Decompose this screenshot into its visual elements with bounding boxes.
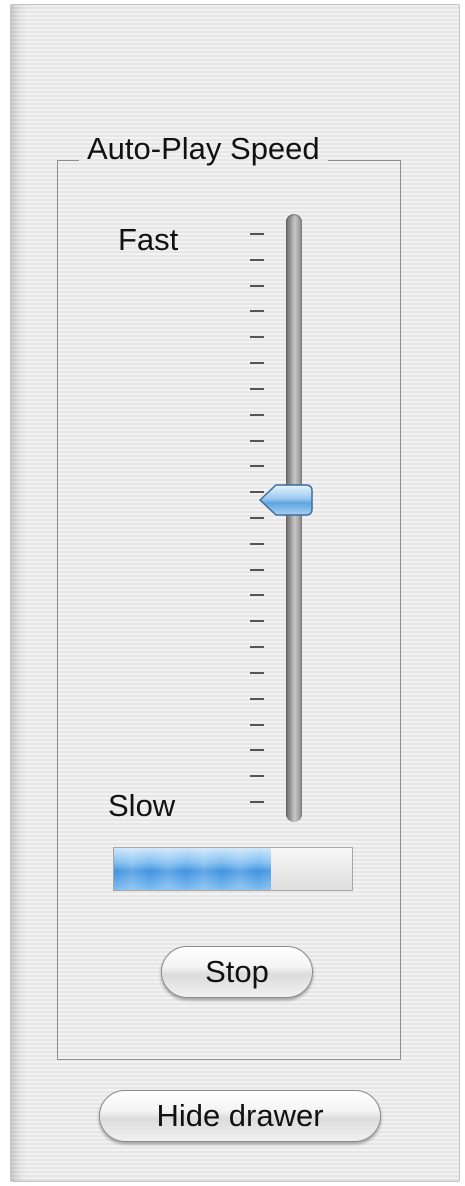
- stop-button[interactable]: Stop: [161, 946, 313, 998]
- progress-fill: [114, 848, 272, 890]
- slider-tick: [250, 542, 264, 545]
- slider-tick: [250, 284, 264, 287]
- hide-drawer-button[interactable]: Hide drawer: [99, 1090, 381, 1142]
- slider-tick: [250, 233, 264, 235]
- slider-tick: [250, 697, 264, 700]
- slider-tick: [250, 465, 264, 468]
- slider-tick: [250, 646, 264, 649]
- slider-tick: [250, 387, 264, 390]
- fast-label: Fast: [118, 222, 179, 257]
- slider-tick: [250, 362, 264, 365]
- speed-progress-bar: [113, 847, 353, 891]
- slider-tick: [250, 594, 264, 597]
- slow-label: Slow: [108, 788, 176, 823]
- slider-tick: [250, 620, 264, 623]
- slider-tick: [250, 439, 264, 442]
- slider-tick: [250, 775, 264, 778]
- slider-tick: [250, 723, 264, 726]
- speed-slider-track[interactable]: [286, 214, 302, 822]
- slider-tick: [250, 568, 264, 571]
- slider-thumb-icon[interactable]: [258, 482, 314, 518]
- slider-tick: [250, 671, 264, 674]
- slider-tick: [250, 258, 264, 261]
- slider-tick: [250, 749, 264, 752]
- group-title: Auto-Play Speed: [79, 129, 328, 169]
- slider-tick: [250, 310, 264, 313]
- slider-tick: [250, 336, 264, 339]
- slider-tick: [250, 413, 264, 416]
- slider-tick: [250, 801, 264, 803]
- auto-play-speed-group: [57, 160, 401, 1060]
